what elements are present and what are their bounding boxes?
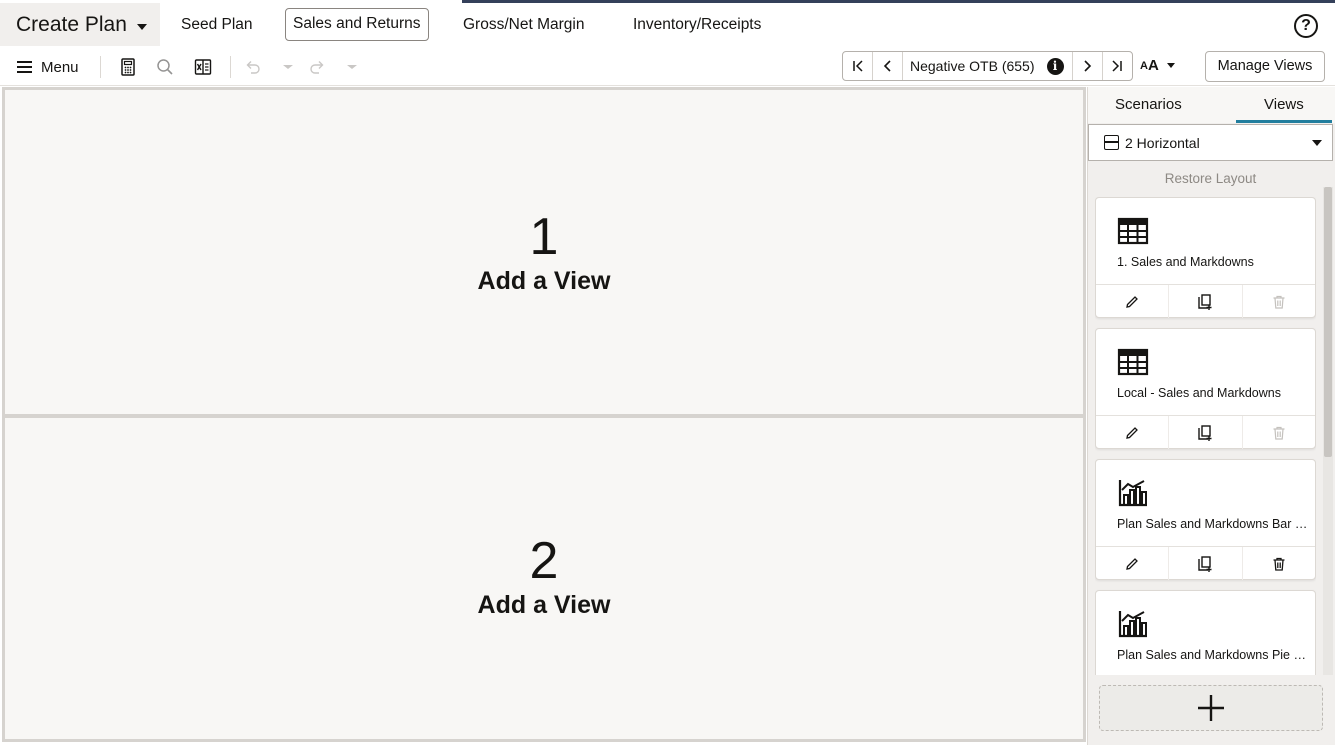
chevron-down-icon: [1166, 63, 1175, 68]
view-actions: [1096, 546, 1315, 580]
menu-button[interactable]: Menu: [17, 57, 79, 77]
chevron-left-icon: [883, 60, 891, 72]
active-tab-indicator: [1236, 120, 1332, 123]
view-card[interactable]: Plan Sales and Markdowns Pie Chart: [1095, 590, 1316, 675]
calculator-icon[interactable]: [118, 57, 138, 77]
excel-export-icon[interactable]: [193, 57, 213, 77]
layout-select-value: 2 Horizontal: [1125, 134, 1200, 151]
tab-views[interactable]: Views: [1264, 96, 1304, 113]
last-icon: [1112, 60, 1122, 72]
tab-inventory-receipts[interactable]: Inventory/Receipts: [626, 8, 768, 41]
plan-title[interactable]: Create Plan: [16, 13, 127, 37]
undo-icon[interactable]: [243, 57, 263, 77]
duplicate-icon: [1198, 293, 1212, 310]
font-size-large-glyph: A: [1147, 57, 1159, 74]
hamburger-icon: [17, 61, 32, 73]
chevron-right-icon: [1084, 60, 1092, 72]
view-name: Local - Sales and Markdowns: [1117, 386, 1281, 400]
pencil-icon: [1126, 426, 1139, 439]
edit-button[interactable]: [1096, 416, 1168, 449]
undo-dropdown-icon[interactable]: [278, 57, 298, 77]
table-icon: [1117, 217, 1149, 245]
toolbar-divider: [230, 56, 231, 78]
tab-gross-net-margin[interactable]: Gross/Net Margin: [456, 8, 591, 41]
toolbar-divider: [100, 56, 101, 78]
view-actions: [1096, 415, 1315, 449]
first-icon: [852, 60, 863, 72]
horizontal-layout-icon: [1104, 135, 1119, 150]
pencil-icon: [1126, 295, 1139, 308]
add-view-label: Add a View: [477, 591, 611, 619]
previous-button[interactable]: [873, 52, 903, 80]
top-border-gap: [137, 0, 462, 3]
add-view-label: Add a View: [477, 267, 611, 295]
pencil-icon: [1126, 557, 1139, 570]
views-list: 1. Sales and Markdowns Local - Sales and…: [1095, 197, 1316, 675]
redo-icon[interactable]: [307, 57, 327, 77]
plus-icon: [1198, 695, 1224, 721]
trash-icon: [1273, 426, 1285, 440]
views-panel: Scenarios Views 2 Horizontal Restore Lay…: [1087, 87, 1335, 745]
tab-sales-and-returns[interactable]: Sales and Returns: [285, 8, 429, 41]
trash-icon: [1273, 295, 1285, 309]
alert-navigator: Negative OTB (655) i: [842, 51, 1133, 81]
duplicate-button[interactable]: [1168, 416, 1241, 449]
top-tab-bar: Create Plan Seed Plan Sales and Returns …: [0, 0, 1335, 48]
view-card[interactable]: Local - Sales and Markdowns: [1095, 328, 1316, 449]
search-icon[interactable]: [155, 57, 175, 77]
table-icon: [1117, 348, 1149, 376]
layout-select[interactable]: 2 Horizontal: [1088, 124, 1333, 161]
chevron-down-icon: [1312, 140, 1322, 146]
edit-button[interactable]: [1096, 547, 1168, 580]
add-view-button[interactable]: [1099, 685, 1323, 731]
view-pane-2[interactable]: 2 Add a View: [5, 418, 1083, 739]
view-name: Plan Sales and Markdowns Bar Chart: [1117, 517, 1312, 531]
view-canvas: 1 Add a View 2 Add a View: [2, 87, 1086, 742]
edit-button[interactable]: [1096, 285, 1168, 318]
font-size-small-glyph: A: [1140, 59, 1148, 72]
view-card[interactable]: 1. Sales and Markdowns: [1095, 197, 1316, 318]
trash-icon: [1273, 557, 1285, 571]
duplicate-button[interactable]: [1168, 285, 1241, 318]
info-icon[interactable]: i: [1046, 57, 1064, 75]
bar-chart-icon: [1118, 480, 1147, 507]
delete-button[interactable]: [1241, 285, 1315, 318]
view-name: Plan Sales and Markdowns Pie Chart: [1117, 648, 1312, 662]
tab-seed-plan[interactable]: Seed Plan: [174, 8, 260, 41]
first-button[interactable]: [843, 52, 873, 80]
navigator-label: Negative OTB (655) i: [903, 52, 1072, 80]
pane-number: 2: [529, 532, 559, 590]
toolbar: Menu Negative OTB (655) i A A Manage Vie…: [0, 48, 1335, 86]
scrollbar-thumb[interactable]: [1324, 187, 1332, 457]
bar-chart-icon: [1118, 611, 1147, 638]
navigator-text: Negative OTB (655): [910, 58, 1035, 74]
tab-scenarios[interactable]: Scenarios: [1115, 96, 1182, 113]
manage-views-button[interactable]: Manage Views: [1205, 51, 1325, 82]
last-button[interactable]: [1101, 52, 1132, 80]
delete-button[interactable]: [1241, 416, 1315, 449]
scrollbar[interactable]: [1323, 187, 1333, 675]
restore-layout-link[interactable]: Restore Layout: [1088, 171, 1333, 186]
help-icon[interactable]: ?: [1294, 14, 1318, 38]
view-pane-1[interactable]: 1 Add a View: [5, 90, 1083, 414]
duplicate-icon: [1198, 555, 1212, 572]
font-size-menu[interactable]: A A: [1140, 57, 1175, 74]
delete-button[interactable]: [1241, 547, 1315, 580]
pane-number: 1: [529, 208, 559, 266]
panel-tabs: Scenarios Views: [1088, 87, 1335, 123]
redo-dropdown-icon[interactable]: [342, 57, 362, 77]
view-actions: [1096, 284, 1315, 318]
next-button[interactable]: [1071, 52, 1102, 80]
duplicate-icon: [1198, 424, 1212, 441]
plan-dropdown-icon[interactable]: [137, 24, 147, 30]
duplicate-button[interactable]: [1168, 547, 1241, 580]
plan-selector[interactable]: Create Plan: [0, 0, 160, 46]
view-card[interactable]: Plan Sales and Markdowns Bar Chart: [1095, 459, 1316, 580]
view-name: 1. Sales and Markdowns: [1117, 255, 1254, 269]
menu-label: Menu: [41, 58, 79, 76]
